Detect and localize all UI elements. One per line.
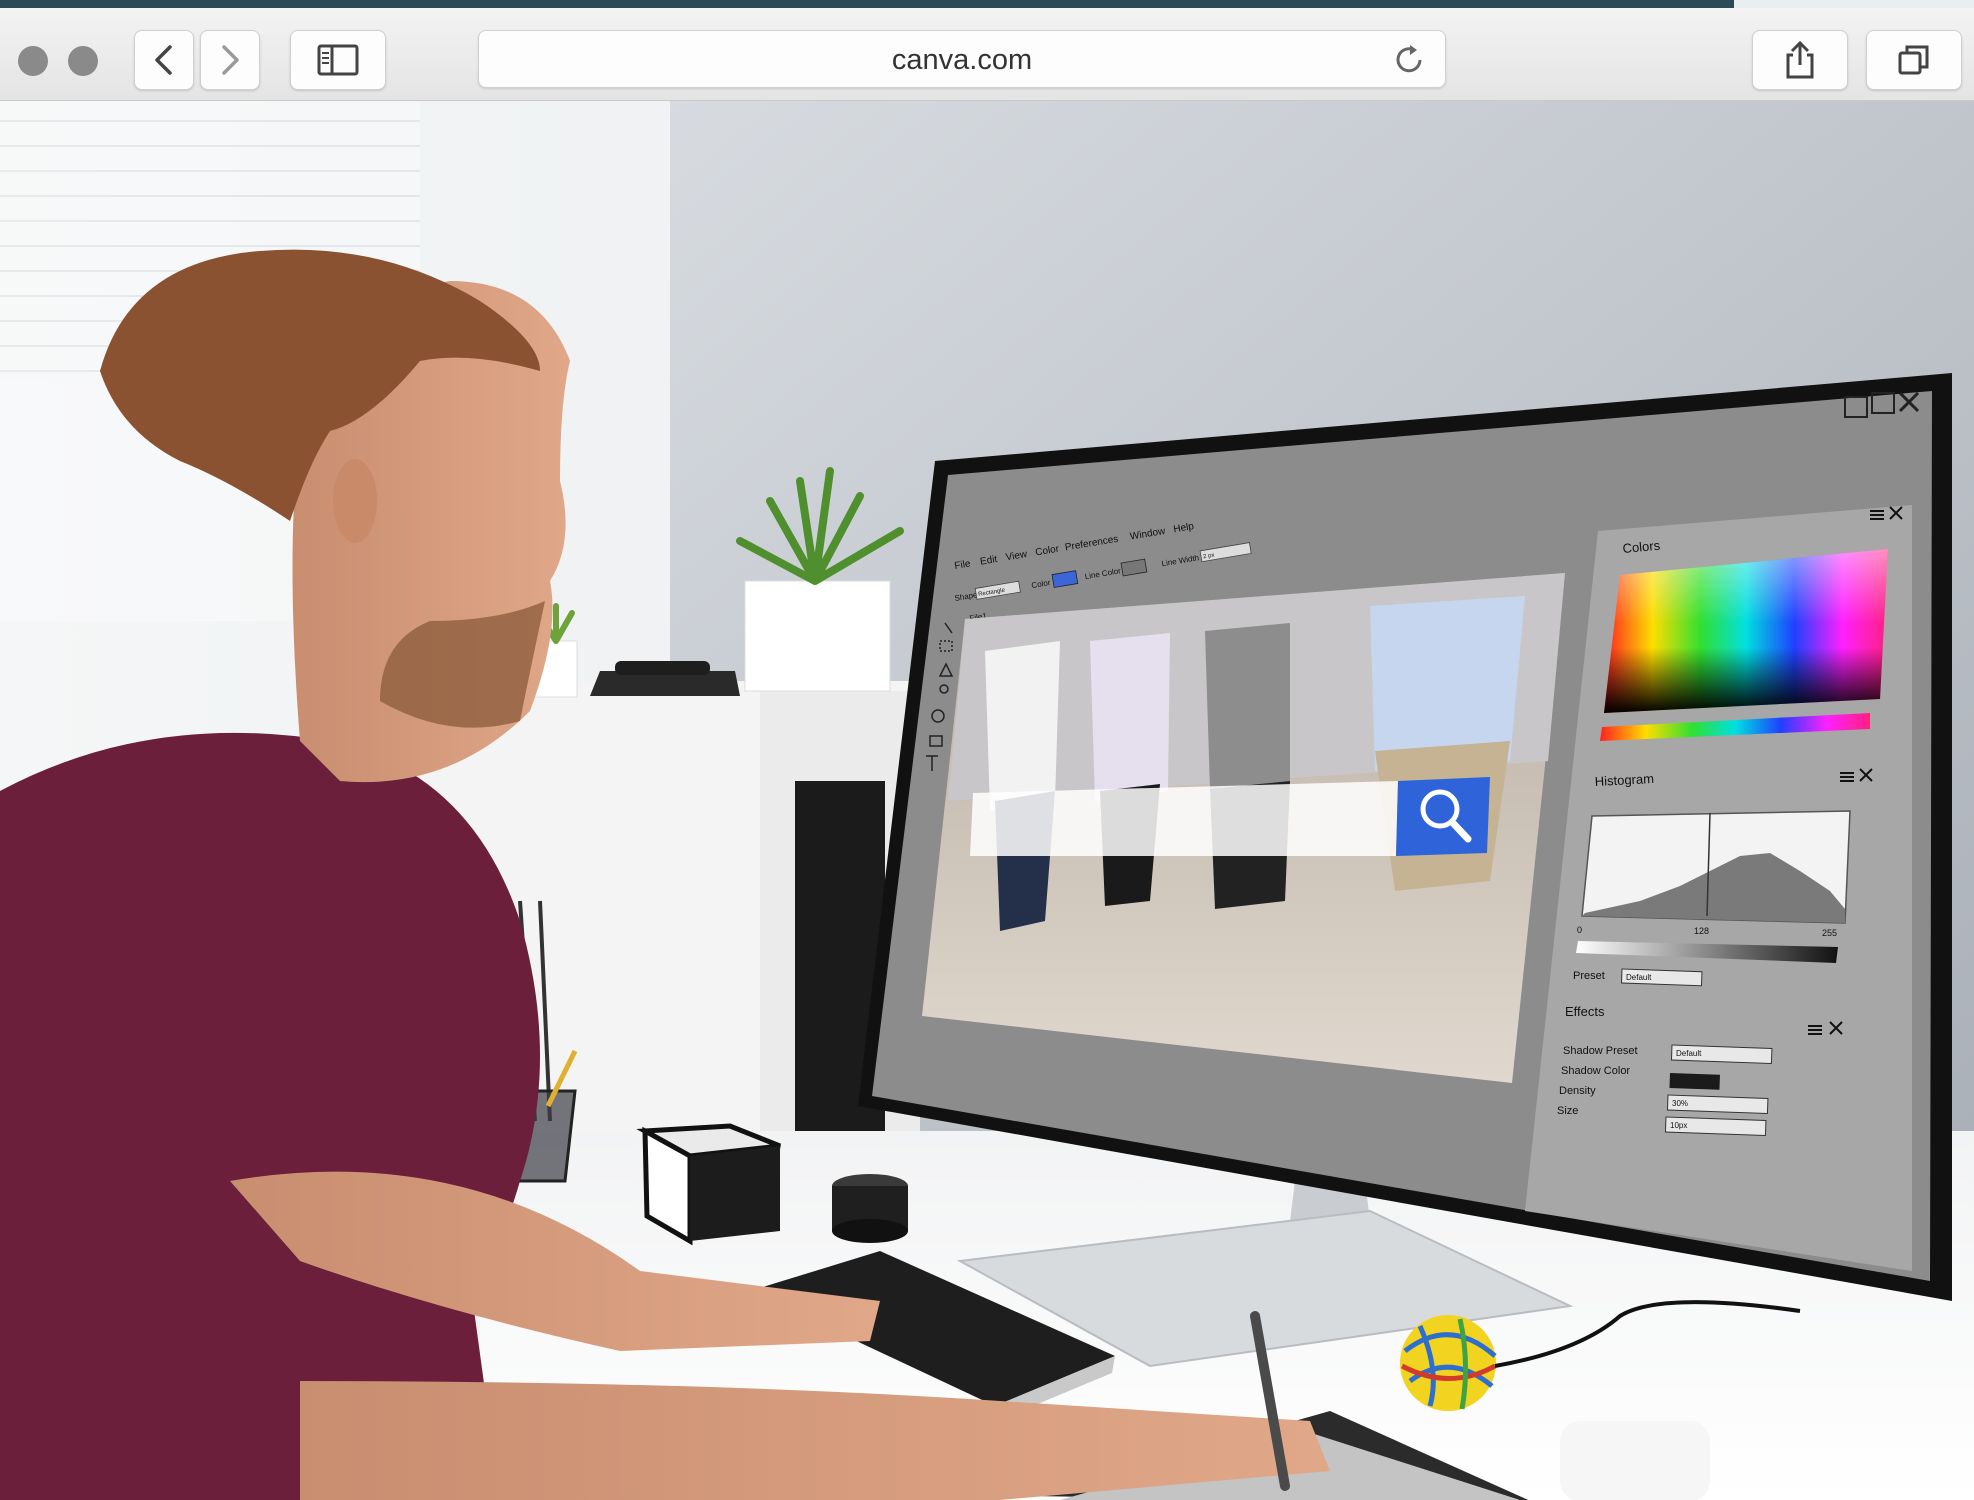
tabs-button[interactable] — [1866, 30, 1962, 90]
sidebar-button[interactable] — [290, 30, 386, 90]
share-icon — [1786, 40, 1814, 79]
browser-toolbar: canva.com — [0, 8, 1974, 101]
histogram-tick-128: 128 — [1694, 926, 1709, 936]
shadow-preset-label: Shadow Preset — [1563, 1045, 1638, 1057]
share-button[interactable] — [1752, 30, 1848, 90]
density-label: Density — [1559, 1085, 1596, 1097]
white-object — [1560, 1421, 1710, 1500]
back-icon — [155, 45, 172, 75]
window-control-minimize[interactable] — [68, 46, 98, 76]
shadow-color-swatch[interactable] — [1669, 1073, 1720, 1090]
office-photo: File Edit View Color Preferences Window … — [0, 101, 1974, 1500]
computer-tower — [795, 781, 885, 1181]
histogram-tick-255: 255 — [1822, 928, 1837, 938]
ear — [333, 459, 377, 543]
sidebar-icon — [317, 44, 359, 76]
address-bar[interactable]: canva.com — [478, 30, 1446, 88]
shadow-preset-value: Default — [1676, 1049, 1702, 1058]
note-cube — [636, 1123, 781, 1246]
size-label: Size — [1557, 1105, 1578, 1117]
window-control-close[interactable] — [18, 46, 48, 76]
shadow-color-label: Shadow Color — [1561, 1065, 1630, 1077]
speaker — [832, 1174, 908, 1243]
forward-icon — [222, 45, 239, 75]
url-text: canva.com — [891, 44, 1033, 76]
back-button[interactable] — [134, 30, 194, 90]
forward-button[interactable] — [200, 30, 260, 90]
histogram-tick-0: 0 — [1577, 925, 1582, 935]
reload-icon[interactable] — [1393, 43, 1425, 77]
histogram-panel-title: Histogram — [1594, 771, 1654, 789]
browser-top-strip — [0, 0, 1974, 8]
rubber-band-ball — [1400, 1315, 1497, 1411]
size-value: 10px — [1670, 1121, 1687, 1130]
page-content: File Edit View Color Preferences Window … — [0, 101, 1974, 1500]
canvas-photo — [922, 573, 1565, 1083]
density-value: 30% — [1672, 1099, 1688, 1108]
top-strip-accent — [1734, 0, 1974, 8]
effects-panel-title: Effects — [1565, 1004, 1605, 1019]
tabs-icon — [1898, 45, 1929, 75]
preset-label: Preset — [1573, 970, 1605, 982]
preset-value: Default — [1626, 973, 1652, 982]
